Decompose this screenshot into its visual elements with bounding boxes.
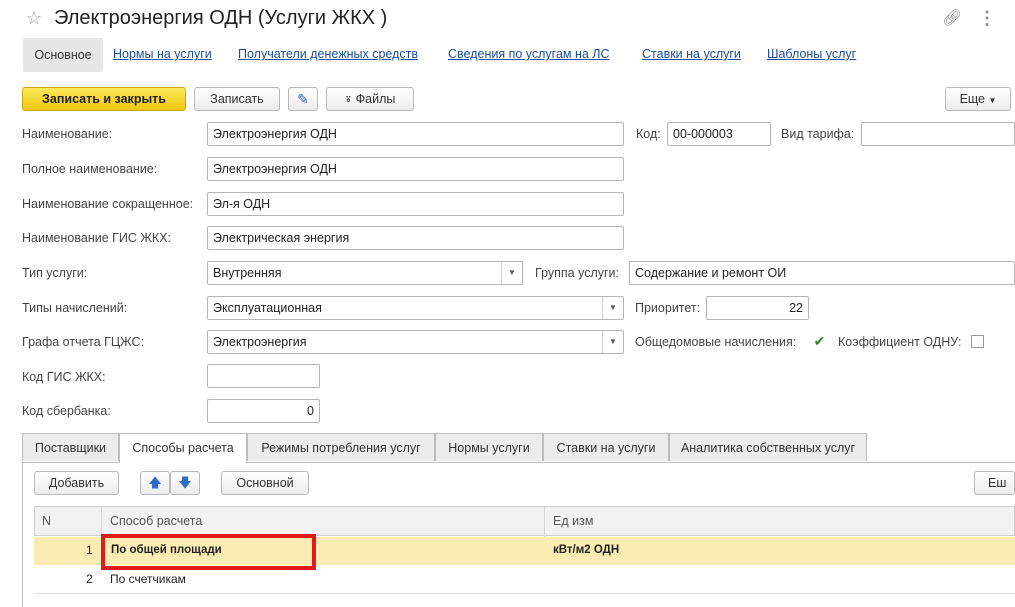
column-header-unit[interactable]: Ед изм [553, 506, 593, 536]
row-method[interactable]: По счетчикам [110, 572, 186, 586]
service-type-select[interactable]: Внутренняя ▼ [207, 261, 523, 285]
chevron-down-icon: ▼ [988, 96, 997, 105]
dropdown-arrow-icon[interactable]: ▼ [602, 297, 623, 319]
column-header-n[interactable]: N [42, 506, 51, 536]
nav-link-rates[interactable]: Ставки на услуги [642, 47, 741, 61]
dropdown-arrow-icon[interactable]: ▼ [501, 262, 522, 284]
common-charges-label: Общедомовые начисления: [635, 335, 797, 349]
tab-service-rates[interactable]: Ставки на услуги [543, 433, 669, 461]
save-button[interactable]: Записать [194, 87, 280, 111]
more-vertical-icon[interactable]: ⋮ [978, 8, 996, 29]
nav-link-recipients[interactable]: Получатели денежных средств [238, 47, 418, 61]
charge-types-value: Эксплуатационная [213, 301, 322, 315]
pen-icon: ✎ [297, 91, 309, 107]
arrow-up-icon: 🡅 [148, 475, 162, 490]
nav-link-account-services[interactable]: Сведения по услугам на ЛС [448, 47, 610, 61]
row-number: 2 [86, 572, 93, 586]
charge-types-label: Типы начислений: [22, 301, 128, 315]
nav-main[interactable]: Основное [23, 38, 103, 72]
short-name-field[interactable]: Эл-я ОДН [207, 192, 624, 216]
tab-panel-border [22, 462, 23, 607]
gis-name-label: Наименование ГИС ЖКХ: [22, 231, 172, 245]
name-field[interactable]: Электроэнергия ОДН [207, 122, 624, 146]
more-label: Еще [959, 92, 986, 106]
tab-calc-methods[interactable]: Способы расчета [119, 433, 247, 463]
report-col-label: Графа отчета ГЦЖС: [22, 335, 145, 349]
service-group-label: Группа услуги: [535, 266, 620, 280]
page-title: Электроэнергия ОДН (Услуги ЖКХ ) [54, 7, 388, 29]
save-and-close-button[interactable]: Записать и закрыть [22, 87, 186, 111]
tab-service-norms[interactable]: Нормы услуги [435, 433, 543, 461]
nav-link-templates[interactable]: Шаблоны услуг [767, 47, 856, 61]
name-label: Наименование: [22, 127, 113, 141]
code-field[interactable]: 00-000003 [667, 122, 771, 146]
link-icon[interactable]: 🔗︎ [942, 8, 962, 28]
tab-more-button[interactable]: Еш [974, 471, 1015, 495]
tariff-label: Вид тарифа: [781, 127, 855, 141]
service-group-field[interactable]: Содержание и ремонт ОИ [629, 261, 1015, 285]
column-header-method[interactable]: Способ расчета [110, 506, 202, 536]
odn-coef-checkbox[interactable] [971, 335, 984, 348]
tab-consumption-modes[interactable]: Режимы потребления услуг [247, 433, 435, 461]
row-number: 1 [86, 543, 93, 557]
report-col-select[interactable]: Электроэнергия ▼ [207, 330, 624, 354]
edit-button[interactable]: ✎ [288, 87, 318, 111]
row-unit[interactable]: кВт/м2 ОДН [553, 544, 619, 556]
files-button[interactable]: ⍤ Файлы [326, 87, 414, 111]
charge-types-select[interactable]: Эксплуатационная ▼ [207, 296, 624, 320]
dropdown-arrow-icon[interactable]: ▼ [602, 331, 623, 353]
priority-field[interactable]: 22 [706, 296, 809, 320]
add-button[interactable]: Добавить [34, 471, 119, 495]
code-label: Код: [636, 127, 661, 141]
sber-code-label: Код сбербанка: [22, 404, 111, 418]
short-name-label: Наименование сокращенное: [22, 197, 194, 211]
move-up-button[interactable]: 🡅 [140, 471, 170, 495]
tariff-field[interactable] [861, 122, 1015, 146]
common-charges-checkbox[interactable]: ✔ [813, 334, 826, 348]
service-type-value: Внутренняя [213, 266, 282, 280]
favorite-star-icon[interactable]: ☆ [26, 8, 42, 29]
gis-code-label: Код ГИС ЖКХ: [22, 370, 106, 384]
more-button[interactable]: Еще ▼ [945, 87, 1011, 111]
highlight-box [101, 534, 316, 570]
sber-code-field[interactable]: 0 [207, 399, 320, 423]
nav-link-norms[interactable]: Нормы на услуги [113, 47, 212, 61]
tab-own-services-analytics[interactable]: Аналитика собственных услуг [669, 433, 867, 461]
odn-coef-label: Коэффициент ОДНУ: [838, 335, 962, 349]
arrow-down-icon: 🡇 [178, 475, 192, 490]
move-down-button[interactable]: 🡇 [170, 471, 200, 495]
table-row-divider [34, 593, 1015, 594]
gis-code-field[interactable] [207, 364, 320, 388]
gis-name-field[interactable]: Электрическая энергия [207, 226, 624, 250]
service-type-label: Тип услуги: [22, 266, 88, 280]
files-label: Файлы [355, 92, 396, 106]
full-name-label: Полное наименование: [22, 162, 158, 176]
report-col-value: Электроэнергия [213, 335, 307, 349]
priority-label: Приоритет: [635, 301, 701, 315]
paperclip-icon: ⍤ [344, 92, 353, 106]
set-main-button[interactable]: Основной [221, 471, 309, 495]
tab-suppliers[interactable]: Поставщики [22, 433, 119, 461]
full-name-field[interactable]: Электроэнергия ОДН [207, 157, 624, 181]
